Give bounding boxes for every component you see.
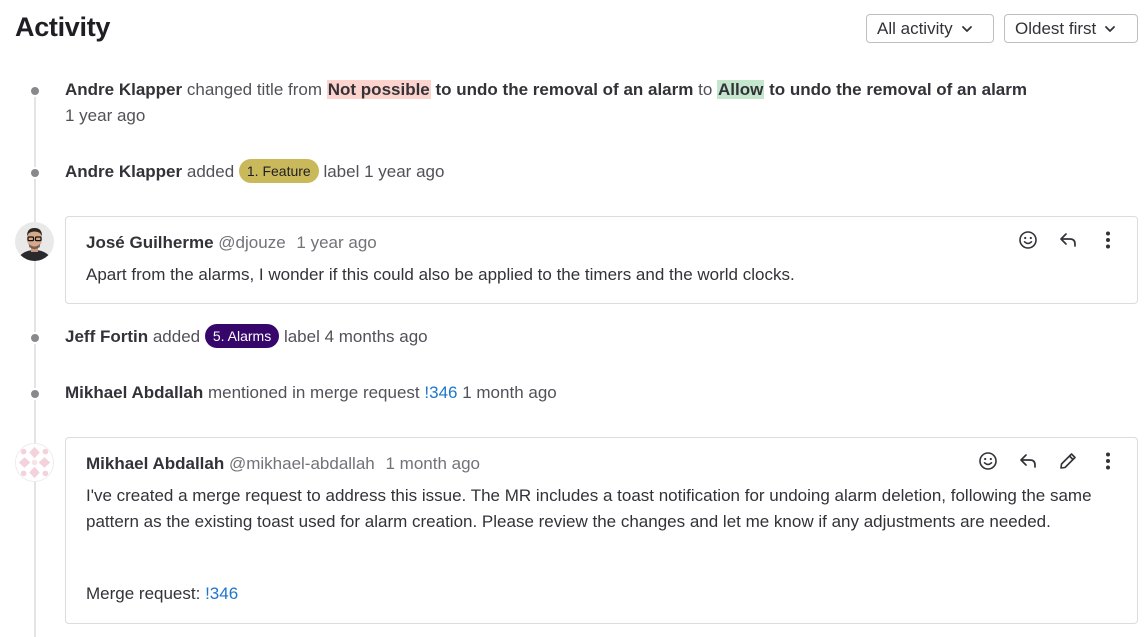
reply-button[interactable] — [1017, 450, 1039, 472]
note-handle[interactable]: @djouze — [218, 233, 285, 252]
smiley-icon — [979, 452, 997, 470]
new-title-rest: to undo the removal of an alarm — [769, 80, 1027, 99]
avatar[interactable] — [15, 443, 54, 482]
label-added-event: Jeff Fortin added 5. Alarms label 4 mont… — [65, 324, 428, 350]
comment-note: Mikhael Abdallah @mikhael-abdallah 1 mon… — [65, 437, 1138, 624]
diff-removed-text: Not possible — [326, 80, 431, 99]
pencil-icon — [1060, 453, 1076, 469]
kebab-icon — [1106, 231, 1110, 249]
reply-button[interactable] — [1057, 229, 1079, 251]
sort-order-label: Oldest first — [1015, 18, 1097, 38]
reply-icon — [1020, 454, 1036, 468]
event-text: changed title from — [186, 80, 323, 99]
chevron-down-icon — [961, 25, 972, 32]
event-text: mentioned in merge request — [207, 383, 420, 402]
merge-request-link[interactable]: !346 — [205, 584, 238, 603]
timeline-dot — [29, 388, 41, 400]
kebab-icon — [1106, 452, 1110, 470]
note-actions — [977, 450, 1119, 472]
activity-filter-dropdown[interactable]: All activity — [866, 14, 994, 43]
event-time[interactable]: 1 month ago — [462, 383, 557, 402]
note-time[interactable]: 1 year ago — [296, 233, 376, 252]
note-header: Mikhael Abdallah @mikhael-abdallah 1 mon… — [86, 452, 480, 476]
sort-order-dropdown[interactable]: Oldest first — [1004, 14, 1138, 43]
event-text: to — [698, 80, 713, 99]
activity-header: Activity All activity Oldest first — [15, 12, 1138, 46]
activity-filter-label: All activity — [877, 18, 953, 38]
comment-note: José Guilherme @djouze 1 year ago Apart … — [65, 216, 1138, 304]
event-author[interactable]: Andre Klapper — [65, 162, 182, 181]
timeline-dot — [29, 167, 41, 179]
avatar[interactable] — [15, 222, 54, 261]
note-time[interactable]: 1 month ago — [385, 454, 480, 473]
note-header: José Guilherme @djouze 1 year ago — [86, 231, 377, 255]
note-author[interactable]: Mikhael Abdallah — [86, 454, 224, 473]
note-author[interactable]: José Guilherme — [86, 233, 214, 252]
event-text: label 4 months ago — [283, 327, 428, 346]
more-actions-button[interactable] — [1097, 229, 1119, 251]
event-author[interactable]: Jeff Fortin — [65, 327, 148, 346]
timeline-dot — [29, 332, 41, 344]
more-actions-button[interactable] — [1097, 450, 1119, 472]
chevron-down-icon — [1105, 25, 1116, 32]
add-reaction-button[interactable] — [977, 450, 999, 472]
diff-added-text: Allow — [717, 80, 765, 99]
note-body: I've created a merge request to address … — [86, 486, 1092, 531]
merge-request-reference: Merge request: !346 — [86, 581, 238, 607]
label-badge-feature[interactable]: 1. Feature — [238, 159, 319, 183]
reply-icon — [1060, 233, 1076, 247]
edit-comment-button[interactable] — [1057, 450, 1079, 472]
note-body: Apart from the alarms, I wonder if this … — [86, 265, 795, 284]
event-text: added — [152, 327, 201, 346]
title-change-event: Andre Klapper changed title from Not pos… — [65, 77, 1027, 129]
label-added-event: Andre Klapper added 1. Feature label 1 y… — [65, 159, 444, 185]
label-badge-alarms[interactable]: 5. Alarms — [204, 324, 280, 348]
event-author[interactable]: Mikhael Abdallah — [65, 383, 203, 402]
page-title: Activity — [15, 12, 111, 42]
note-actions — [1017, 229, 1119, 251]
identicon-avatar-icon — [16, 444, 53, 481]
event-author[interactable]: Andre Klapper — [65, 80, 182, 99]
smiley-icon — [1019, 231, 1037, 249]
old-title-rest: to undo the removal of an alarm — [435, 80, 694, 99]
event-time[interactable]: 1 year ago — [65, 106, 145, 125]
merge-request-link[interactable]: !346 — [424, 383, 457, 402]
add-reaction-button[interactable] — [1017, 229, 1039, 251]
event-text: added — [186, 162, 235, 181]
merge-request-prefix: Merge request: — [86, 584, 201, 603]
timeline-dot — [29, 85, 41, 97]
note-handle[interactable]: @mikhael-abdallah — [229, 454, 375, 473]
event-text: label 1 year ago — [323, 162, 445, 181]
mention-event: Mikhael Abdallah mentioned in merge requ… — [65, 380, 557, 406]
user-avatar-icon — [15, 222, 54, 261]
